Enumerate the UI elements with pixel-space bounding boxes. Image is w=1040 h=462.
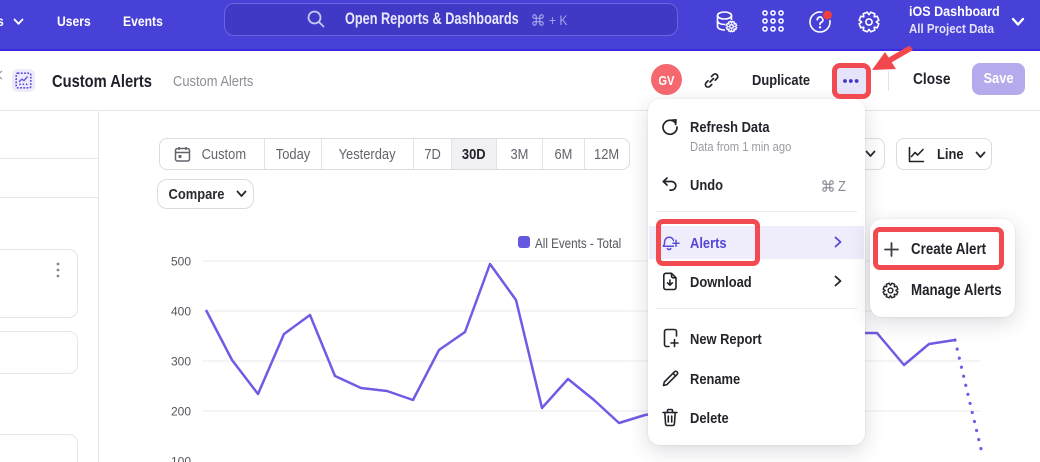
svg-text:500: 500	[171, 255, 191, 269]
svg-text:300: 300	[171, 355, 191, 369]
svg-text:200: 200	[171, 405, 191, 419]
svg-text:400: 400	[171, 305, 191, 319]
svg-text:100: 100	[171, 455, 191, 462]
